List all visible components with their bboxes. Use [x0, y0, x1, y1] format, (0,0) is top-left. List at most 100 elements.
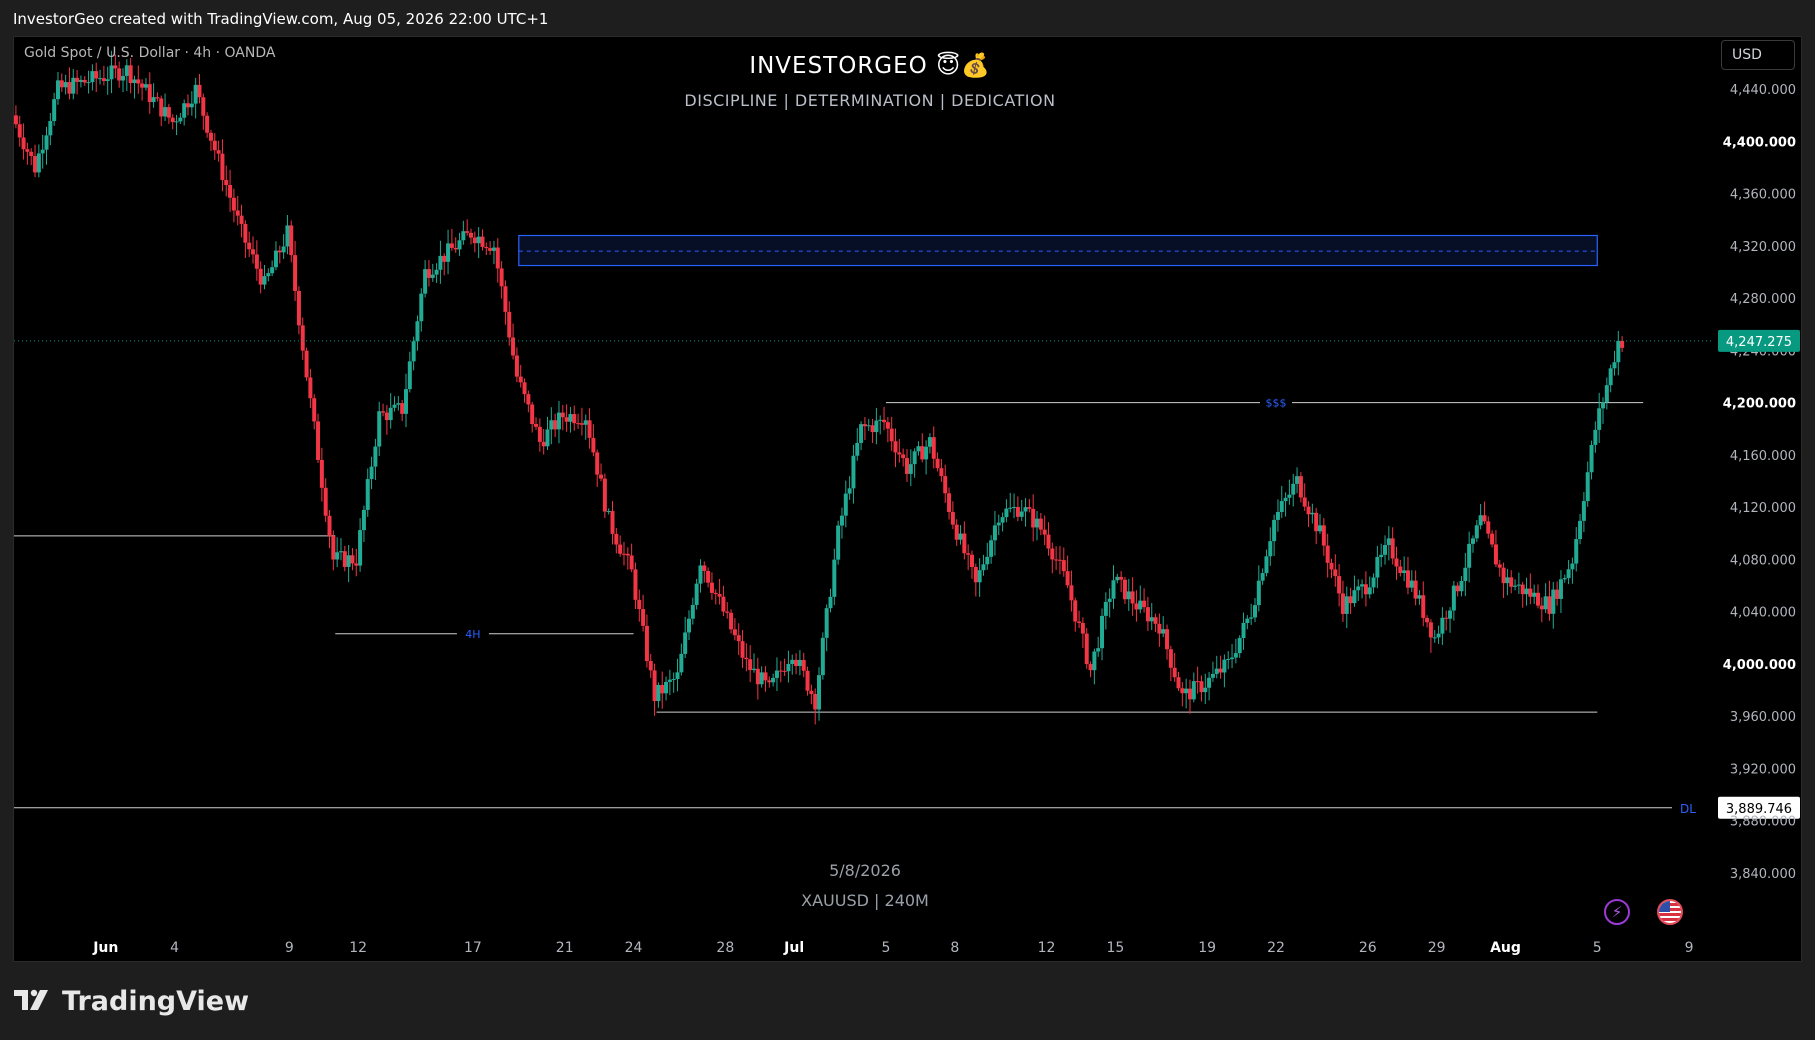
candle-body [794, 659, 799, 666]
candle-body [1050, 548, 1055, 560]
candle-body [327, 515, 332, 537]
candle-body [530, 404, 535, 425]
candle-body [472, 237, 477, 244]
candle-body [916, 446, 921, 452]
candle-body [71, 77, 76, 94]
candle-body [1612, 362, 1617, 369]
candle-body [870, 425, 875, 433]
candle-body [1398, 566, 1403, 573]
lightning-icon[interactable]: ⚡ [1604, 899, 1630, 925]
candle-body [1555, 589, 1560, 599]
candle-body [1237, 638, 1242, 654]
candle-body [423, 269, 428, 294]
x-axis-tick-label: 8 [950, 940, 959, 956]
candle-body [1031, 508, 1036, 528]
candle-body [117, 68, 122, 81]
candle-body [648, 661, 653, 671]
candle-body [763, 672, 768, 681]
candle-body [1302, 497, 1307, 507]
candle-body [1142, 600, 1147, 608]
candle-body [1115, 576, 1120, 581]
candle-body [29, 151, 34, 157]
candle-body [1620, 340, 1625, 348]
candle-body [790, 659, 795, 664]
candle-body [534, 424, 539, 427]
price-chart[interactable]: $$$4HDL 3,889.746 3,840.0003,880.0003,920… [0, 0, 1815, 1040]
candle-body [1233, 653, 1238, 658]
candle-body [893, 441, 898, 453]
currency-button[interactable]: USD [1721, 40, 1795, 70]
candle-body [273, 250, 278, 268]
candle-body [1478, 515, 1483, 526]
x-axis-tick-label: 29 [1428, 940, 1446, 956]
candle-body [947, 493, 952, 512]
candle-body [1383, 545, 1388, 555]
candle-body [1608, 368, 1613, 386]
y-axis-tick-label: 3,920.000 [1730, 762, 1796, 777]
candle-body [1356, 586, 1361, 591]
candle-body [170, 117, 175, 123]
candle-body [507, 311, 512, 338]
candle-body [151, 97, 156, 103]
candle-body [973, 566, 978, 583]
candle-body [124, 65, 129, 76]
level-label: DL [1680, 802, 1696, 816]
candle-body [786, 663, 791, 672]
candle-body [1038, 518, 1043, 530]
candle-body [591, 437, 596, 453]
candle-body [484, 246, 489, 249]
candle-body [1130, 591, 1135, 604]
candle-body [755, 668, 760, 685]
candle-body [101, 78, 106, 81]
candle-body [1413, 580, 1418, 599]
candle-body [759, 672, 764, 685]
candle-body [453, 247, 458, 250]
candle-body [847, 488, 852, 494]
candle-body [579, 423, 584, 425]
candle-body [1348, 596, 1353, 604]
candle-body [1230, 657, 1235, 660]
candle-body [1344, 596, 1349, 614]
candle-body [1482, 515, 1487, 522]
y-axis-tick-label: 4,280.000 [1730, 292, 1796, 307]
candle-body [1535, 592, 1540, 606]
candle-body [1061, 560, 1066, 572]
candle-body [438, 255, 443, 270]
candle-body [358, 530, 363, 566]
candle-body [1207, 677, 1212, 688]
candle-body [346, 555, 351, 567]
candle-body [1272, 519, 1277, 542]
candle-body [1004, 508, 1009, 518]
candle-body [1604, 385, 1609, 403]
y-axis-tick-label: 4,400.000 [1723, 135, 1796, 150]
candle-body [862, 424, 867, 427]
candle-body [182, 103, 187, 118]
candle-body [618, 544, 623, 554]
symbol-info[interactable]: Gold Spot / U.S. Dollar · 4h · OANDA [24, 45, 275, 61]
candle-body [1321, 525, 1326, 546]
candle-body [744, 657, 749, 660]
candle-body [120, 75, 125, 81]
candle-body [935, 458, 940, 469]
us-flag-icon[interactable] [1657, 899, 1683, 925]
candle-body [350, 555, 355, 564]
candle-body [1226, 659, 1231, 661]
candle-body [664, 681, 669, 694]
candle-body [293, 255, 298, 291]
candle-body [205, 115, 210, 133]
x-axis-tick-label: 12 [349, 940, 367, 956]
candle-body [1440, 617, 1445, 634]
candle-body [767, 680, 772, 683]
candle-body [254, 254, 259, 269]
candle-body [189, 103, 194, 108]
candle-body [1000, 517, 1005, 523]
candle-body [163, 107, 168, 117]
candle-body [312, 398, 317, 422]
candle-body [740, 641, 745, 658]
candle-body [950, 511, 955, 525]
candle-body [717, 593, 722, 597]
candle-body [1360, 584, 1365, 587]
candle-body [572, 414, 577, 424]
tradingview-wordmark: TradingView [62, 986, 250, 1017]
candle-body [1065, 571, 1070, 586]
